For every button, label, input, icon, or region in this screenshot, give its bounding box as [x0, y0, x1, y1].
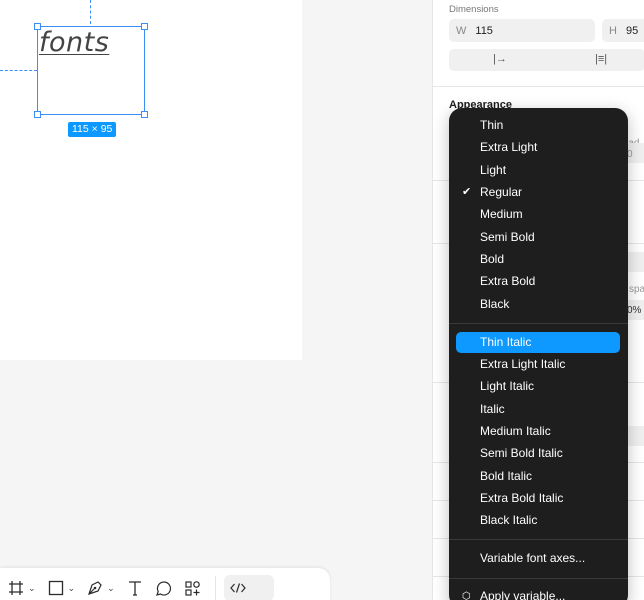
smart-guide-vertical: [90, 0, 91, 24]
menu-item-label: Thin: [480, 118, 504, 132]
menu-divider: [449, 578, 628, 579]
width-value[interactable]: 115: [475, 25, 493, 37]
menu-item-label: Black: [480, 297, 510, 311]
menu-item-regular[interactable]: ✔ Regular: [456, 182, 620, 203]
menu-item-light[interactable]: Light: [456, 160, 620, 181]
comment-tool-button[interactable]: [155, 580, 172, 597]
width-field[interactable]: W 115: [449, 19, 595, 42]
actions-icon: [185, 580, 200, 596]
menu-item-variable-font-axes[interactable]: Variable font axes...: [456, 548, 620, 569]
frame-icon: [9, 581, 23, 595]
menu-item-label: Extra Light Italic: [480, 357, 566, 371]
menu-item-light-italic[interactable]: Light Italic: [456, 376, 620, 397]
menu-item-semi-bold[interactable]: Semi Bold: [456, 227, 620, 248]
width-key: W: [456, 24, 467, 37]
menu-item-label: Italic: [480, 402, 505, 416]
fill-width-icon[interactable]: |≡|: [595, 53, 607, 65]
menu-item-thin[interactable]: Thin: [456, 115, 620, 136]
menu-item-label: Medium: [480, 207, 523, 221]
pen-icon: [88, 581, 102, 595]
text-icon: [128, 581, 141, 596]
resize-handle-bottom-left[interactable]: [34, 111, 41, 118]
smart-guide-horizontal: [0, 70, 37, 71]
menu-item-extra-bold[interactable]: Extra Bold: [456, 271, 620, 292]
menu-item-extra-bold-italic[interactable]: Extra Bold Italic: [456, 488, 620, 509]
menu-item-label: Light Italic: [480, 379, 535, 393]
menu-item-extra-light[interactable]: Extra Light: [456, 137, 620, 158]
menu-item-label: Black Italic: [480, 513, 538, 527]
chevron-down-icon[interactable]: ⌄: [68, 583, 76, 594]
size-badge: 115 × 95: [68, 122, 117, 137]
selected-text-layer[interactable]: fonts: [34, 23, 148, 118]
frame-tool-button[interactable]: ⌄: [8, 580, 36, 596]
menu-item-extra-light-italic[interactable]: Extra Light Italic: [456, 354, 620, 375]
canvas[interactable]: fonts 115 × 95: [0, 0, 432, 600]
menu-item-medium-italic[interactable]: Medium Italic: [456, 421, 620, 442]
height-field[interactable]: H 95: [602, 19, 644, 42]
dimensions-label: Dimensions: [449, 4, 499, 15]
chevron-down-icon[interactable]: ⌄: [107, 583, 115, 594]
menu-item-medium[interactable]: Medium: [456, 204, 620, 225]
height-value[interactable]: 95: [626, 25, 638, 37]
letter-spacing-value-peek: 0%: [627, 305, 642, 316]
menu-item-bold[interactable]: Bold: [456, 249, 620, 270]
resize-handle-top-right[interactable]: [141, 23, 148, 30]
menu-item-black-italic[interactable]: Black Italic: [456, 510, 620, 531]
font-weight-menu: Thin Extra Light Light ✔ Regular Medium S…: [449, 108, 628, 600]
menu-item-label: Bold Italic: [480, 469, 533, 483]
menu-divider: [449, 539, 628, 540]
shape-tool-button[interactable]: ⌄: [48, 580, 76, 596]
rectangle-icon: [48, 580, 63, 596]
menu-item-label: Extra Bold Italic: [480, 491, 564, 505]
hug-width-icon[interactable]: |→: [493, 53, 507, 65]
menu-item-thin-italic[interactable]: Thin Italic: [456, 332, 620, 353]
text-layer-content[interactable]: fonts: [39, 27, 109, 58]
menu-item-label: Regular: [480, 185, 523, 199]
menu-item-label: Bold: [480, 252, 505, 266]
bottom-toolbar: ⌄ ⌄ ⌄: [0, 568, 330, 600]
menu-item-label: Semi Bold: [480, 230, 535, 244]
font-field-peek[interactable]: [626, 252, 644, 272]
fill-field-peek[interactable]: [626, 426, 644, 446]
menu-item-label: Thin Italic: [480, 335, 532, 349]
menu-item-label: Variable font axes...: [480, 551, 586, 565]
dev-mode-toggle[interactable]: [223, 575, 274, 600]
code-icon: [229, 583, 246, 593]
menu-item-apply-variable[interactable]: ⬡ Apply variable...: [456, 586, 620, 600]
checkmark-icon: ✔: [462, 186, 472, 198]
menu-item-black[interactable]: Black: [456, 294, 620, 315]
variable-icon: ⬡: [462, 591, 471, 600]
letter-spacing-label-peek: spa: [629, 284, 644, 295]
menu-item-label: Medium Italic: [480, 424, 551, 438]
menu-item-semi-bold-italic[interactable]: Semi Bold Italic: [456, 443, 620, 464]
menu-item-label: Extra Light: [480, 140, 538, 154]
height-key: H: [609, 24, 617, 37]
toolbar-divider: [214, 576, 216, 600]
actions-tool-button[interactable]: [184, 580, 201, 597]
menu-item-italic[interactable]: Italic: [456, 399, 620, 420]
menu-item-label: Light: [480, 163, 507, 177]
chevron-down-icon[interactable]: ⌄: [28, 583, 36, 594]
menu-divider: [449, 323, 628, 324]
menu-item-label: Semi Bold Italic: [480, 446, 563, 460]
menu-item-label: Apply variable...: [480, 589, 566, 600]
pen-tool-button[interactable]: ⌄: [87, 580, 115, 596]
menu-item-bold-italic[interactable]: Bold Italic: [456, 466, 620, 487]
text-tool-button[interactable]: [127, 580, 143, 596]
resizing-buttons: |→ |≡|: [449, 49, 644, 71]
resize-handle-bottom-right[interactable]: [141, 111, 148, 118]
comment-icon: [155, 580, 171, 596]
section-divider: [433, 86, 644, 87]
menu-item-label: Extra Bold: [480, 274, 536, 288]
resize-handle-top-left[interactable]: [34, 23, 41, 30]
